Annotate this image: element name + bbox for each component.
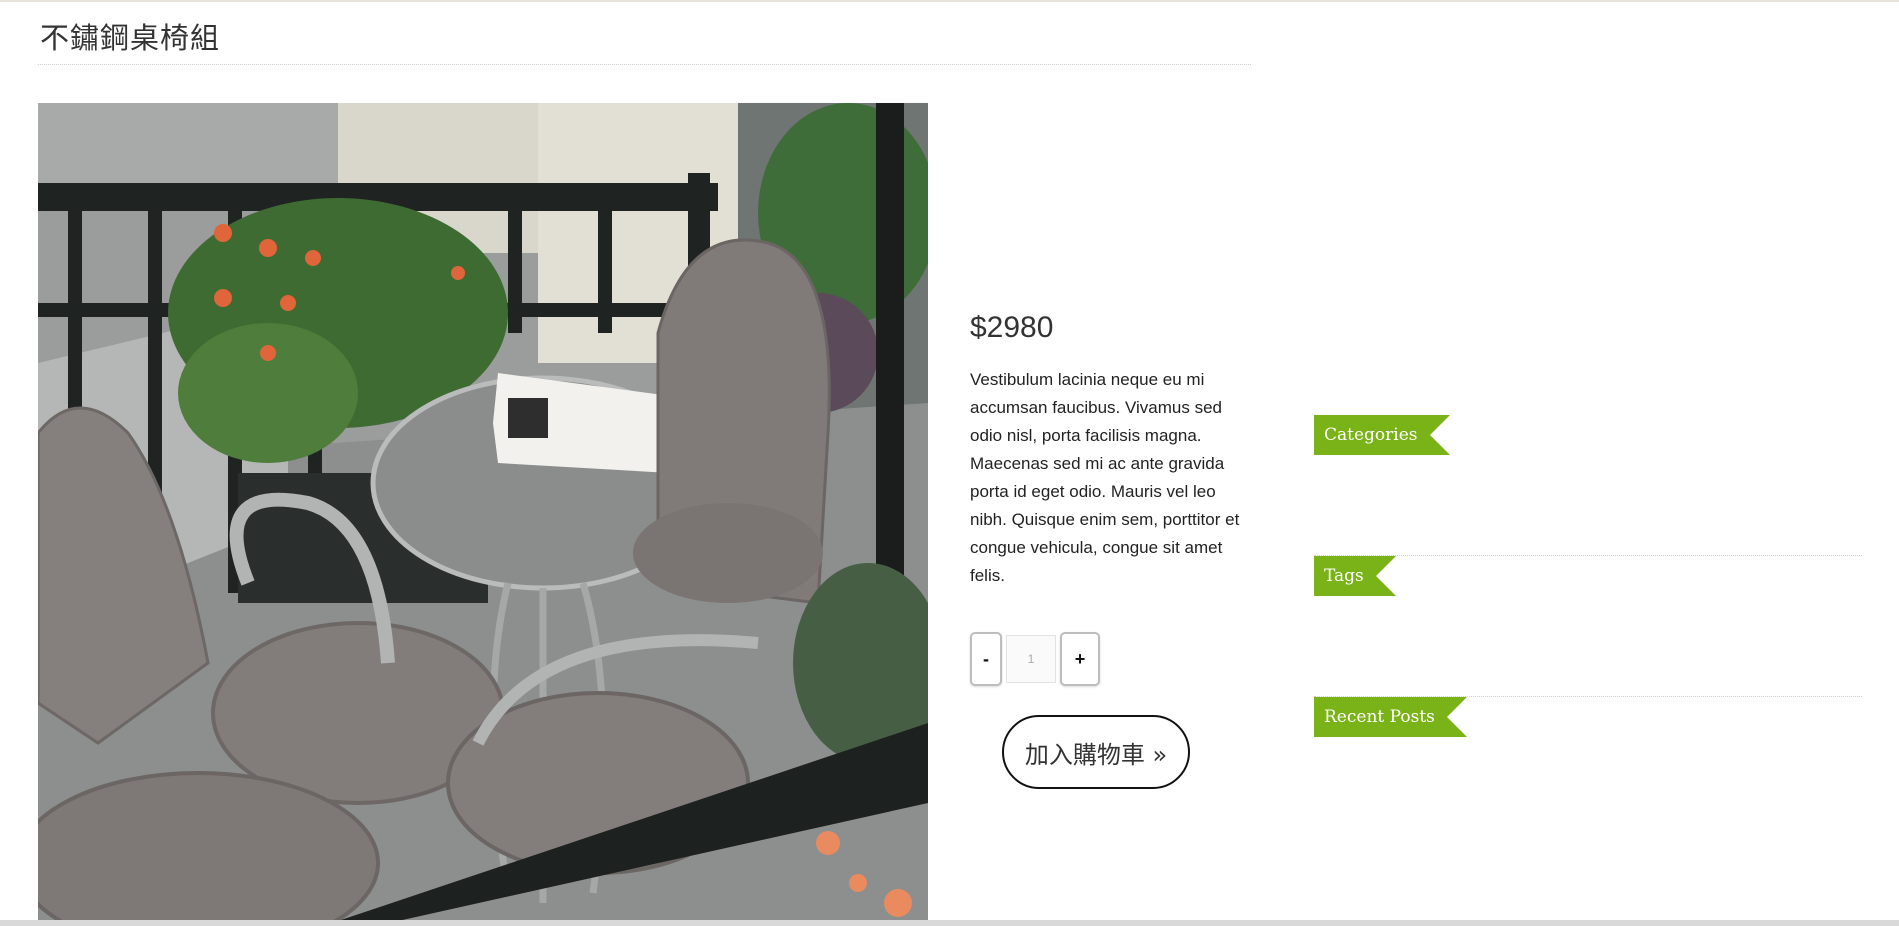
widget-categories: Categories	[1314, 415, 1862, 556]
quantity-plus-button[interactable]: +	[1060, 632, 1100, 686]
product-photo[interactable]	[38, 103, 928, 921]
quantity-stepper: - +	[970, 630, 1100, 688]
product-page: 不鏽鋼桌椅組 $2980 Vestibulum lacinia neque eu…	[0, 0, 1899, 926]
widget-title-recent-posts: Recent Posts	[1314, 697, 1467, 737]
quantity-input[interactable]	[1006, 635, 1056, 683]
quantity-minus-button[interactable]: -	[970, 632, 1002, 686]
ribbon-tail-icon	[1375, 556, 1396, 596]
widget-title-label: Categories	[1314, 415, 1430, 455]
title-area: 不鏽鋼桌椅組	[38, 0, 1251, 65]
page-title: 不鏽鋼桌椅組	[40, 21, 221, 55]
widget-title-label: Recent Posts	[1314, 697, 1447, 737]
widget-title-categories: Categories	[1314, 415, 1450, 455]
product-summary: $2980 Vestibulum lacinia neque eu mi acc…	[970, 310, 1250, 789]
bottom-scroll-edge	[0, 920, 1899, 926]
product-price: $2980	[970, 311, 1054, 344]
widget-recent-posts: Recent Posts	[1314, 697, 1862, 837]
patio-furniture-photo	[38, 103, 928, 921]
ribbon-tail-icon	[1446, 697, 1467, 737]
add-to-cart-button[interactable]: 加入購物車 »	[1002, 715, 1190, 789]
ribbon-tail-icon	[1429, 415, 1450, 455]
product-description: Vestibulum lacinia neque eu mi accumsan …	[970, 370, 1240, 585]
widget-title-tags: Tags	[1314, 556, 1396, 596]
widget-tags: Tags	[1314, 556, 1862, 697]
widget-title-label: Tags	[1314, 556, 1376, 596]
sidebar: Categories Tags Recent Posts	[1314, 415, 1862, 837]
